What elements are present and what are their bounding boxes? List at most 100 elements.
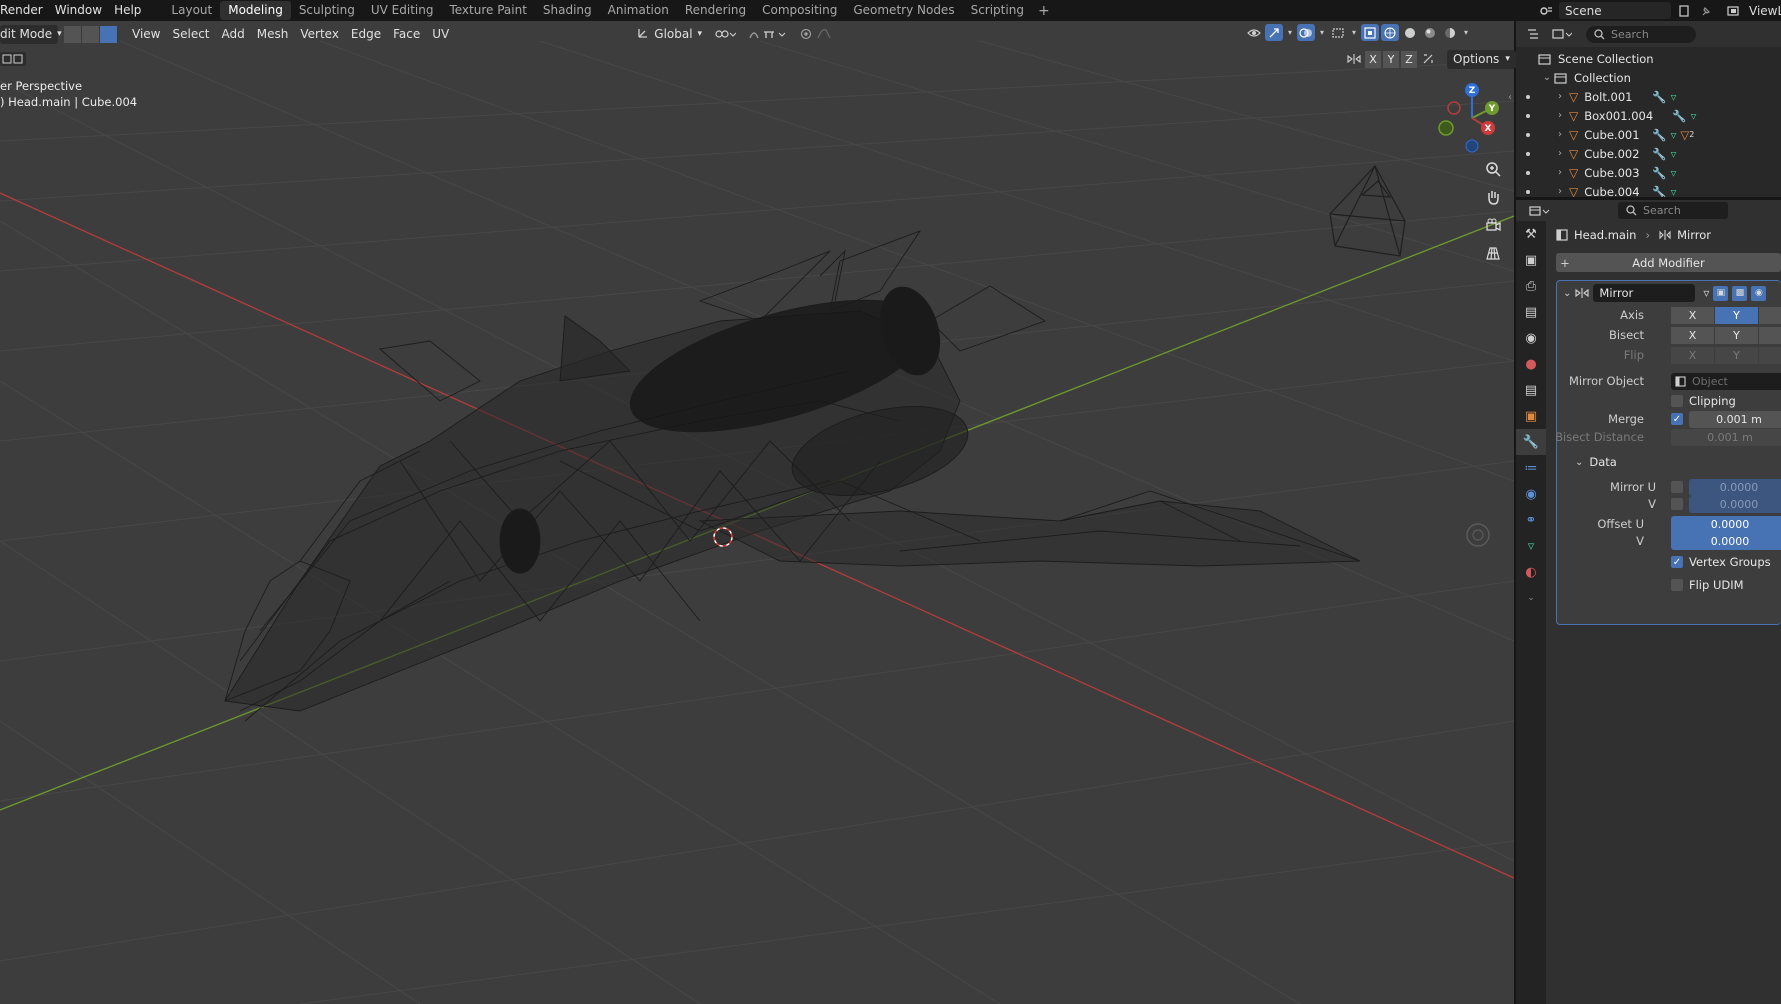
tab-output[interactable]: ⎙	[1516, 273, 1546, 299]
tab-particles[interactable]: ≔	[1516, 455, 1546, 481]
flip-z-toggle[interactable]	[1759, 346, 1781, 364]
modifier-wrench-icon[interactable]: 🔧	[1652, 90, 1666, 104]
tab-collection[interactable]: ▤	[1516, 377, 1546, 403]
menu-select[interactable]: Select	[166, 25, 215, 44]
collapse-sidebar-icon[interactable]: ‹	[1508, 92, 1512, 103]
editor-type-icon[interactable]	[1528, 202, 1552, 219]
orientation-dropdown[interactable]: Global ▾	[631, 25, 708, 44]
child-mesh-icon[interactable]: ▽	[1680, 128, 1689, 142]
chevron-right-icon[interactable]: ›	[1553, 186, 1567, 197]
chevron-right-icon[interactable]: ›	[1553, 167, 1567, 178]
mirror-modifier-icon[interactable]	[1575, 287, 1589, 299]
merge-distance-field[interactable]: 0.001 m	[1689, 410, 1781, 428]
solid-shading-icon[interactable]	[1401, 24, 1419, 41]
modifier-wrench-icon[interactable]: 🔧	[1652, 147, 1666, 161]
tab-constraints[interactable]: ⚭	[1516, 507, 1546, 533]
visibility-dot-icon[interactable]	[1526, 151, 1530, 156]
flip-y-toggle[interactable]: Y	[1715, 346, 1759, 364]
scene-icon[interactable]	[1537, 2, 1555, 19]
tab-data[interactable]: ▿	[1516, 533, 1546, 559]
tab-view-layer[interactable]: ▤	[1516, 299, 1546, 325]
visibility-icon[interactable]	[1245, 24, 1263, 41]
overlays-icon[interactable]	[1297, 24, 1315, 41]
chevron-down-icon[interactable]: ⌄	[1540, 72, 1554, 83]
offset-v-field[interactable]: 0.0000	[1671, 532, 1781, 550]
mesh-data-icon[interactable]: ▿	[1671, 128, 1677, 142]
display-mode-icon[interactable]	[1550, 26, 1574, 43]
tab-world[interactable]: ●	[1516, 351, 1546, 377]
chevron-right-icon[interactable]: ›	[1553, 148, 1567, 159]
tab-layout[interactable]: Layout	[163, 1, 220, 20]
outliner-collection[interactable]: ⌄ Collection	[1516, 68, 1781, 87]
visibility-dot-icon[interactable]	[1526, 170, 1530, 175]
tab-scene[interactable]: ◉	[1516, 325, 1546, 351]
menu-uv[interactable]: UV	[426, 25, 455, 44]
tab-geometry-nodes[interactable]: Geometry Nodes	[845, 1, 962, 20]
tab-material[interactable]: ◐	[1516, 559, 1546, 585]
rendered-shading-icon[interactable]	[1441, 24, 1459, 41]
pin-icon[interactable]	[1697, 2, 1715, 19]
outliner-item[interactable]: › ▽ Cube.001 🔧 ▿ ▽ 2	[1516, 125, 1781, 144]
menu-edge[interactable]: Edge	[345, 25, 387, 44]
modifier-wrench-icon[interactable]: 🔧	[1652, 166, 1666, 180]
chevron-right-icon[interactable]: ›	[1553, 91, 1567, 102]
new-scene-icon[interactable]	[1675, 2, 1693, 19]
chevron-down-icon[interactable]: ▾	[1461, 24, 1471, 41]
tab-shading[interactable]: Shading	[535, 1, 600, 20]
view-layer-field[interactable]: ViewLay	[1747, 2, 1781, 19]
modifier-name-field[interactable]: Mirror	[1593, 284, 1696, 302]
bisect-y-toggle[interactable]: Y	[1715, 326, 1759, 344]
cage-toggle-icon[interactable]: ▣	[1713, 285, 1729, 301]
visibility-dot-icon[interactable]	[1526, 132, 1530, 137]
menu-view[interactable]: View	[126, 25, 166, 44]
render-camera-icon[interactable]: ◉	[1751, 285, 1767, 301]
zoom-icon[interactable]	[1481, 157, 1505, 181]
flip-x-toggle[interactable]: X	[1671, 346, 1715, 364]
perspective-toggle-icon[interactable]	[1481, 241, 1505, 265]
menu-face[interactable]: Face	[387, 25, 426, 44]
tab-object[interactable]: ▣	[1516, 403, 1546, 429]
chevron-right-icon[interactable]: ›	[1553, 110, 1567, 121]
navigation-gizmo[interactable]: Z Y X	[1436, 82, 1508, 154]
gizmo-toggle-icon[interactable]	[1265, 24, 1283, 41]
tab-rendering[interactable]: Rendering	[677, 1, 754, 20]
options-dropdown[interactable]: Options ▾	[1447, 49, 1516, 69]
auto-merge-icon[interactable]	[1419, 51, 1437, 68]
offset-u-field[interactable]: 0.0000	[1671, 515, 1781, 533]
mesh-data-icon[interactable]: ▿	[1691, 109, 1697, 123]
add-workspace-button[interactable]: +	[1032, 3, 1056, 19]
data-subpanel-header[interactable]: ⌄ Data	[1557, 453, 1781, 471]
axis-z-toggle[interactable]	[1759, 306, 1781, 324]
tab-animation[interactable]: Animation	[600, 1, 677, 20]
edit-mode-toggle-icon[interactable]: ▿	[1703, 286, 1709, 300]
vertex-select-button[interactable]	[64, 25, 82, 43]
outliner-scene-collection[interactable]: Scene Collection	[1516, 49, 1781, 68]
tab-modeling[interactable]: Modeling	[220, 1, 291, 20]
merge-checkbox[interactable]: ✓	[1671, 413, 1683, 425]
mesh-data-icon[interactable]: ▿	[1671, 90, 1677, 104]
viewport-display-icon[interactable]: ▩	[1732, 285, 1748, 301]
pan-hand-icon[interactable]	[1481, 185, 1505, 209]
edge-select-button[interactable]	[82, 25, 100, 43]
face-select-button[interactable]	[100, 25, 118, 43]
axis-y-toggle[interactable]: Y	[1715, 306, 1759, 324]
tab-physics[interactable]: ◉	[1516, 481, 1546, 507]
xray-toggle-icon[interactable]	[1361, 24, 1379, 41]
menu-mesh[interactable]: Mesh	[251, 25, 295, 44]
add-modifier-button[interactable]: + Add Modifier	[1556, 253, 1781, 272]
chevron-down-icon[interactable]: ⌄	[1563, 288, 1571, 299]
menu-add[interactable]: Add	[216, 25, 251, 44]
camera-view-icon[interactable]	[1481, 213, 1505, 237]
modifier-wrench-icon[interactable]: 🔧	[1672, 109, 1686, 123]
outliner-item[interactable]: › ▽ Cube.004 🔧 ▿	[1516, 182, 1781, 197]
tab-compositing[interactable]: Compositing	[754, 1, 845, 20]
mirror-u-field[interactable]: 0.0000	[1689, 478, 1781, 496]
outliner-item[interactable]: › ▽ Bolt.001 🔧 ▿	[1516, 87, 1781, 106]
pivot-point-icon[interactable]	[708, 25, 742, 44]
menu-render[interactable]: Render	[0, 0, 49, 21]
outliner-item[interactable]: › ▽ Cube.003 🔧 ▿	[1516, 163, 1781, 182]
visibility-dot-icon[interactable]	[1526, 94, 1530, 99]
tab-tool[interactable]: ⚒	[1516, 221, 1546, 247]
axis-x-toggle[interactable]: X	[1671, 306, 1715, 324]
chevron-down-icon[interactable]: ▾	[1285, 24, 1295, 41]
